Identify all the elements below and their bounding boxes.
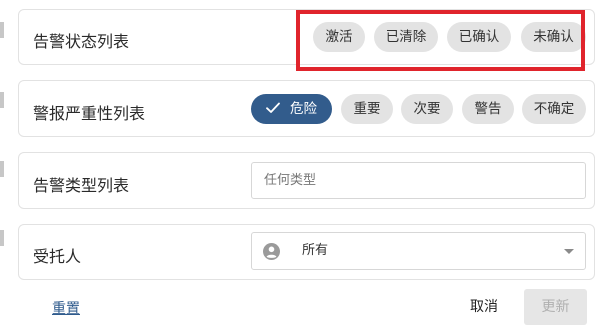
cancel-button[interactable]: 取消 (458, 289, 510, 325)
chip-severity-critical[interactable]: 危险 (251, 94, 332, 124)
chevron-down-icon[interactable] (564, 249, 574, 254)
alert-status-label: 告警状态列表 (33, 32, 130, 51)
alert-type-input[interactable]: 任何类型 (251, 162, 586, 199)
assignee-select[interactable]: 所有 (251, 232, 586, 270)
user-circle-icon (263, 243, 280, 260)
side-tick (0, 22, 4, 38)
alert-status-filter-row: 告警状态列表 激活 已清除 已确认 未确认 (18, 9, 595, 65)
alert-type-label: 告警类型列表 (33, 176, 130, 195)
chip-status-active[interactable]: 激活 (313, 22, 365, 52)
assignee-select-value: 所有 (302, 243, 329, 258)
alert-type-filter-row: 告警类型列表 任何类型 (18, 152, 595, 209)
chip-status-unacknowledged[interactable]: 未确认 (521, 22, 586, 52)
assignee-label: 受托人 (33, 247, 82, 266)
chip-severity-warning[interactable]: 警告 (462, 94, 514, 124)
side-tick (0, 92, 4, 108)
side-tick (0, 230, 4, 246)
chip-status-acknowledged[interactable]: 已确认 (447, 22, 511, 52)
alarm-severity-label: 警报严重性列表 (33, 104, 146, 123)
reset-link[interactable]: 重置 (52, 298, 80, 318)
assignee-filter-row: 受托人 所有 (18, 224, 595, 280)
chip-status-cleared[interactable]: 已清除 (374, 22, 438, 52)
side-tick (0, 161, 4, 177)
chip-severity-indeterminate[interactable]: 不确定 (522, 94, 586, 124)
check-icon (266, 102, 280, 113)
update-button[interactable]: 更新 (524, 289, 587, 325)
chip-severity-major[interactable]: 重要 (341, 94, 393, 124)
alarm-severity-filter-row: 警报严重性列表 危险 重要 次要 警告 不确定 (18, 80, 595, 137)
chip-severity-critical-label: 危险 (290, 101, 317, 117)
chip-severity-minor[interactable]: 次要 (401, 94, 453, 124)
